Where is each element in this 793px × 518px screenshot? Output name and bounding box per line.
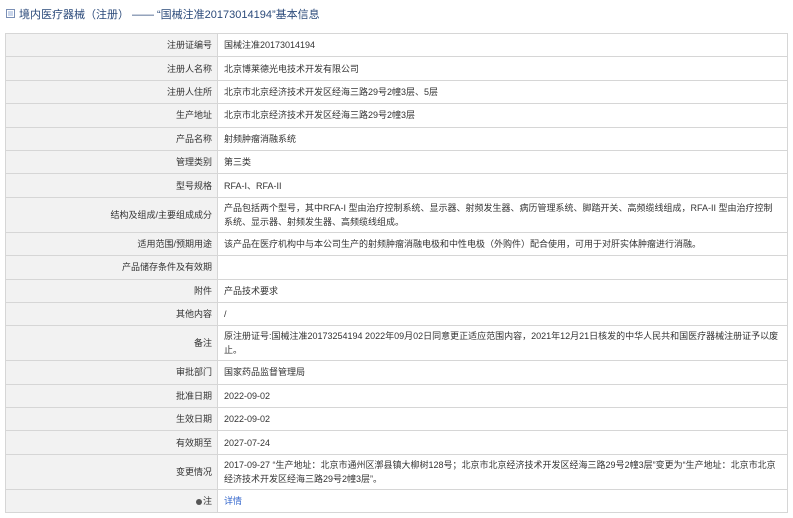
row-label: 备注 bbox=[5, 325, 218, 362]
table-row: 注 详情 bbox=[5, 488, 788, 514]
row-value: 详情 bbox=[217, 488, 788, 514]
row-value: 2022-09-02 bbox=[217, 407, 788, 432]
row-label: 生效日期 bbox=[5, 407, 218, 432]
row-label: 适用范围/预期用途 bbox=[5, 231, 218, 257]
row-label: 型号规格 bbox=[5, 173, 218, 198]
title-separator: —— bbox=[132, 8, 154, 21]
row-value: 该产品在医疗机构中与本公司生产的射频肿瘤消融电极和中性电极（外购件）配合使用，可… bbox=[217, 231, 788, 257]
title-record: “国械注准20173014194”基本信息 bbox=[157, 8, 320, 21]
row-label: 产品储存条件及有效期 bbox=[5, 255, 218, 280]
row-label: 其他内容 bbox=[5, 301, 218, 327]
table-row: 适用范围/预期用途 该产品在医疗机构中与本公司生产的射频肿瘤消融电极和中性电极（… bbox=[5, 231, 788, 257]
row-value: 国家药品监督管理局 bbox=[217, 360, 788, 385]
row-label: 有效期至 bbox=[5, 430, 218, 455]
row-label: 生产地址 bbox=[5, 103, 218, 128]
note-bullet-icon bbox=[195, 498, 202, 505]
row-value: 第三类 bbox=[217, 149, 788, 175]
row-label: 管理类别 bbox=[5, 149, 218, 175]
row-label: 结构及组成/主要组成成分 bbox=[5, 196, 218, 233]
row-value: 北京市北京经济技术开发区经海三路29号2幢3层、5层 bbox=[217, 79, 788, 105]
row-label: 变更情况 bbox=[5, 453, 218, 490]
details-link[interactable]: 详情 bbox=[224, 496, 242, 506]
row-value: 射频肿瘤消融系统 bbox=[217, 126, 788, 151]
note-label: 注 bbox=[202, 496, 212, 507]
row-label: 注册人名称 bbox=[5, 56, 218, 81]
row-value bbox=[217, 255, 788, 280]
table-row: 注册证编号 国械注准20173014194 bbox=[5, 32, 788, 58]
row-value: 北京市北京经济技术开发区经海三路29号2幢3层 bbox=[217, 103, 788, 128]
row-value: 原注册证号:国械注准20173254194 2022年09月02日同意更正适应范… bbox=[217, 325, 788, 362]
table-row: 附件 产品技术要求 bbox=[5, 278, 788, 303]
row-label: 注册人住所 bbox=[5, 79, 218, 105]
row-value: 2017-09-27 “生产地址：北京市通州区漷县镇大柳树128号；北京市北京经… bbox=[217, 453, 788, 490]
row-value: 产品包括两个型号，其中RFA-I 型由治疗控制系统、显示器、射频发生器、病历管理… bbox=[217, 196, 788, 233]
row-label: 附件 bbox=[5, 278, 218, 303]
table-row: 生效日期 2022-09-02 bbox=[5, 407, 788, 432]
table-row: 管理类别 第三类 bbox=[5, 149, 788, 175]
table-row: 审批部门 国家药品监督管理局 bbox=[5, 360, 788, 385]
table-row: 结构及组成/主要组成成分 产品包括两个型号，其中RFA-I 型由治疗控制系统、显… bbox=[5, 196, 788, 233]
row-label: 审批部门 bbox=[5, 360, 218, 385]
row-value: RFA-I、RFA-II bbox=[217, 173, 788, 198]
title-category: 境内医疗器械（注册） bbox=[19, 8, 129, 21]
page-title: 境内医疗器械（注册） —— “国械注准20173014194”基本信息 bbox=[19, 6, 320, 22]
table-row: 生产地址 北京市北京经济技术开发区经海三路29号2幢3层 bbox=[5, 103, 788, 128]
table-row: 注册人名称 北京博莱德光电技术开发有限公司 bbox=[5, 56, 788, 81]
table-row: 批准日期 2022-09-02 bbox=[5, 383, 788, 409]
row-value: 北京博莱德光电技术开发有限公司 bbox=[217, 56, 788, 81]
row-value: 2022-09-02 bbox=[217, 383, 788, 409]
page-title-bar: 境内医疗器械（注册） —— “国械注准20173014194”基本信息 bbox=[0, 0, 793, 27]
table-row: 有效期至 2027-07-24 bbox=[5, 430, 788, 455]
table-row: 其他内容 / bbox=[5, 301, 788, 327]
table-row: 备注 原注册证号:国械注准20173254194 2022年09月02日同意更正… bbox=[5, 325, 788, 362]
row-value: 2027-07-24 bbox=[217, 430, 788, 455]
table-row: 变更情况 2017-09-27 “生产地址：北京市通州区漷县镇大柳树128号；北… bbox=[5, 453, 788, 490]
row-label: 注 bbox=[5, 488, 218, 514]
table-row: 产品名称 射频肿瘤消融系统 bbox=[5, 126, 788, 151]
row-label: 产品名称 bbox=[5, 126, 218, 151]
row-value: 国械注准20173014194 bbox=[217, 32, 788, 58]
info-table: 注册证编号 国械注准20173014194 注册人名称 北京博莱德光电技术开发有… bbox=[5, 32, 788, 514]
row-label: 批准日期 bbox=[5, 383, 218, 409]
table-row: 注册人住所 北京市北京经济技术开发区经海三路29号2幢3层、5层 bbox=[5, 79, 788, 105]
row-value: 产品技术要求 bbox=[217, 278, 788, 303]
document-icon bbox=[6, 9, 15, 18]
table-row: 型号规格 RFA-I、RFA-II bbox=[5, 173, 788, 198]
row-label: 注册证编号 bbox=[5, 32, 218, 58]
table-row: 产品储存条件及有效期 bbox=[5, 255, 788, 280]
row-value: / bbox=[217, 301, 788, 327]
